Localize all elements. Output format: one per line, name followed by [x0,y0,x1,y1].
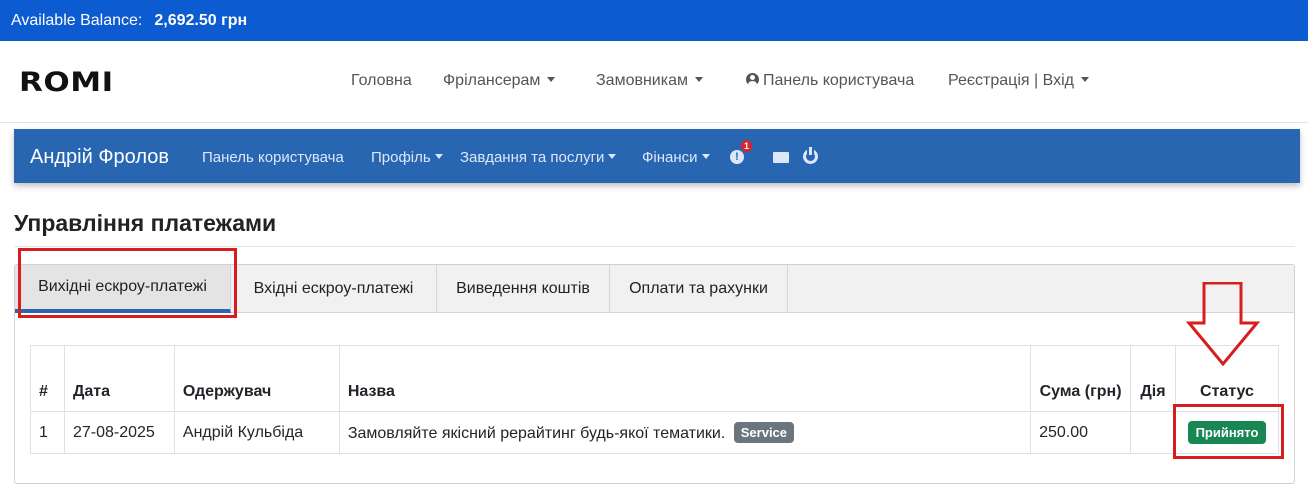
column-header-amount: Сума (грн) [1030,345,1131,412]
nav-register-login[interactable]: Реєстрація | Вхід [948,72,1089,90]
column-header-date: Дата [63,345,175,412]
annotation-highlight-status [1173,404,1284,459]
annotation-highlight-tab [18,248,237,318]
dash-link-tasks-services[interactable]: Завдання та послуги [460,149,617,166]
tab-incoming-escrow[interactable]: Вхідні ескроу-платежі [231,265,437,313]
balance-value: 2,692.50 грн [154,11,248,29]
cell-date: 27-08-2025 [63,411,175,454]
envelope-icon[interactable] [773,152,789,163]
cell-action [1130,411,1176,454]
notification-count-badge: 1 [741,140,752,152]
cell-recipient: Андрій Кульбіда [173,411,340,454]
dash-link-profile-label: Профіль [371,149,431,166]
payments-table: # Дата Одержувач Назва Сума (грн) Дія Ст… [30,345,1280,454]
dash-link-tasks-label: Завдання та послуги [460,149,605,166]
chevron-down-icon [694,77,703,82]
nav-home[interactable]: Головна [351,72,412,90]
table-row: 1 27-08-2025 Андрій Кульбіда Замовляйте … [30,411,1280,454]
tab-withdrawals[interactable]: Виведення коштів [437,265,610,313]
nav-user-panel[interactable]: Панель користувача [746,72,914,90]
page-title: Управління платежами [14,210,277,236]
payment-title-text: Замовляйте якісний рерайтинг будь-якої т… [347,425,726,442]
annotation-arrow-down-icon [1186,282,1260,366]
column-header-title: Назва [338,345,1032,412]
tab-payments-invoices[interactable]: Оплати та рахунки [610,265,788,313]
column-header-recipient: Одержувач [173,345,340,412]
nav-user-panel-label: Панель користувача [763,72,915,89]
balance-bar: Available Balance: 2,692.50 грн [0,0,1308,41]
chevron-down-icon [547,77,556,82]
cell-title: Замовляйте якісний рерайтинг будь-якої т… [338,411,1032,454]
alert-icon[interactable]: ! [730,150,744,164]
chevron-down-icon [434,154,443,159]
table-header-row: # Дата Одержувач Назва Сума (грн) Дія Ст… [30,345,1280,412]
power-icon[interactable] [803,147,818,164]
dashboard-navbar: Андрій Фролов Панель користувача Профіль… [14,129,1300,183]
nav-freelancers-label: Фрілансерам [443,72,541,89]
dash-link-profile[interactable]: Профіль [371,149,443,166]
site-header: ROMI Головна Фрілансерам Замовникам Пане… [0,41,1308,123]
nav-clients[interactable]: Замовникам [596,72,703,90]
dash-link-finances[interactable]: Фінанси [642,149,710,166]
nav-register-login-label: Реєстрація | Вхід [948,72,1074,89]
cell-amount: 250.00 [1030,411,1131,454]
dash-link-finances-label: Фінанси [642,149,698,166]
nav-clients-label: Замовникам [596,72,688,89]
chevron-down-icon [1080,77,1089,82]
service-tag-badge: Service [733,422,795,443]
divider [14,246,1295,247]
cell-number: 1 [30,411,65,454]
main-nav: Головна Фрілансерам Замовникам Панель ко… [0,41,1308,123]
dashboard-user-name[interactable]: Андрій Фролов [30,146,169,169]
column-header-number: # [30,345,65,412]
balance-label: Available Balance: [11,11,143,29]
chevron-down-icon [608,154,617,159]
chevron-down-icon [701,154,710,159]
dash-link-user-panel[interactable]: Панель користувача [202,149,344,166]
user-circle-icon [746,73,759,86]
nav-freelancers[interactable]: Фрілансерам [443,72,556,90]
column-header-action: Дія [1130,345,1176,412]
